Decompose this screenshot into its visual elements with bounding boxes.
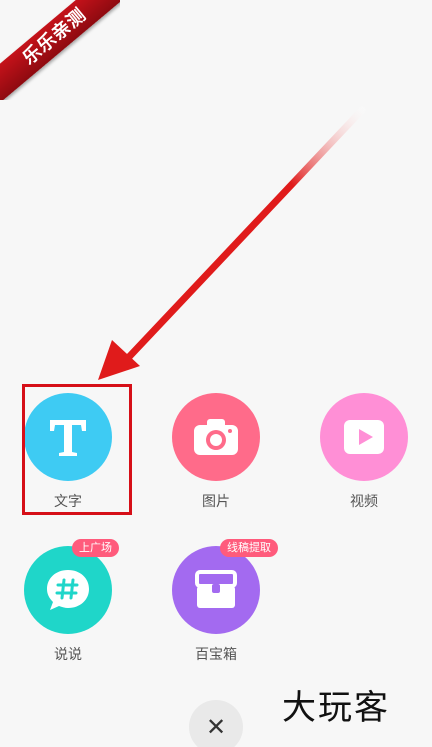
corner-ribbon: 乐乐亲测 (0, 0, 120, 100)
image-option-circle (172, 393, 260, 481)
treasure-box-icon (195, 570, 237, 608)
post-talk-option[interactable]: 上广场 说说 (8, 539, 128, 664)
video-option-circle (320, 393, 408, 481)
play-icon (344, 420, 384, 454)
talk-option-circle: 上广场 (24, 539, 119, 634)
ribbon-text: 乐乐亲测 (0, 0, 120, 100)
annotation-highlight-box (22, 384, 132, 515)
hashtag-chat-icon (47, 570, 89, 610)
lineart-extract-badge: 线稿提取 (220, 539, 278, 557)
post-type-picker-screen: 乐乐亲测 文字 图片 视频 上广场 说说 线稿提取 百宝箱 ✕ 大玩客 (0, 0, 432, 747)
watermark-logo: 大玩客 (282, 688, 390, 728)
close-icon: ✕ (205, 713, 227, 741)
camera-icon (194, 419, 238, 455)
image-option-label: 图片 (202, 494, 230, 510)
post-treasure-box-option[interactable]: 线稿提取 百宝箱 (156, 539, 278, 664)
close-button[interactable]: ✕ (189, 700, 243, 747)
box-option-label: 百宝箱 (195, 647, 237, 663)
post-image-option[interactable]: 图片 (156, 393, 276, 511)
post-video-option[interactable]: 视频 (304, 393, 424, 511)
video-option-label: 视频 (350, 494, 378, 510)
square-badge: 上广场 (72, 539, 119, 557)
talk-option-label: 说说 (54, 647, 82, 663)
box-option-circle: 线稿提取 (172, 539, 278, 634)
